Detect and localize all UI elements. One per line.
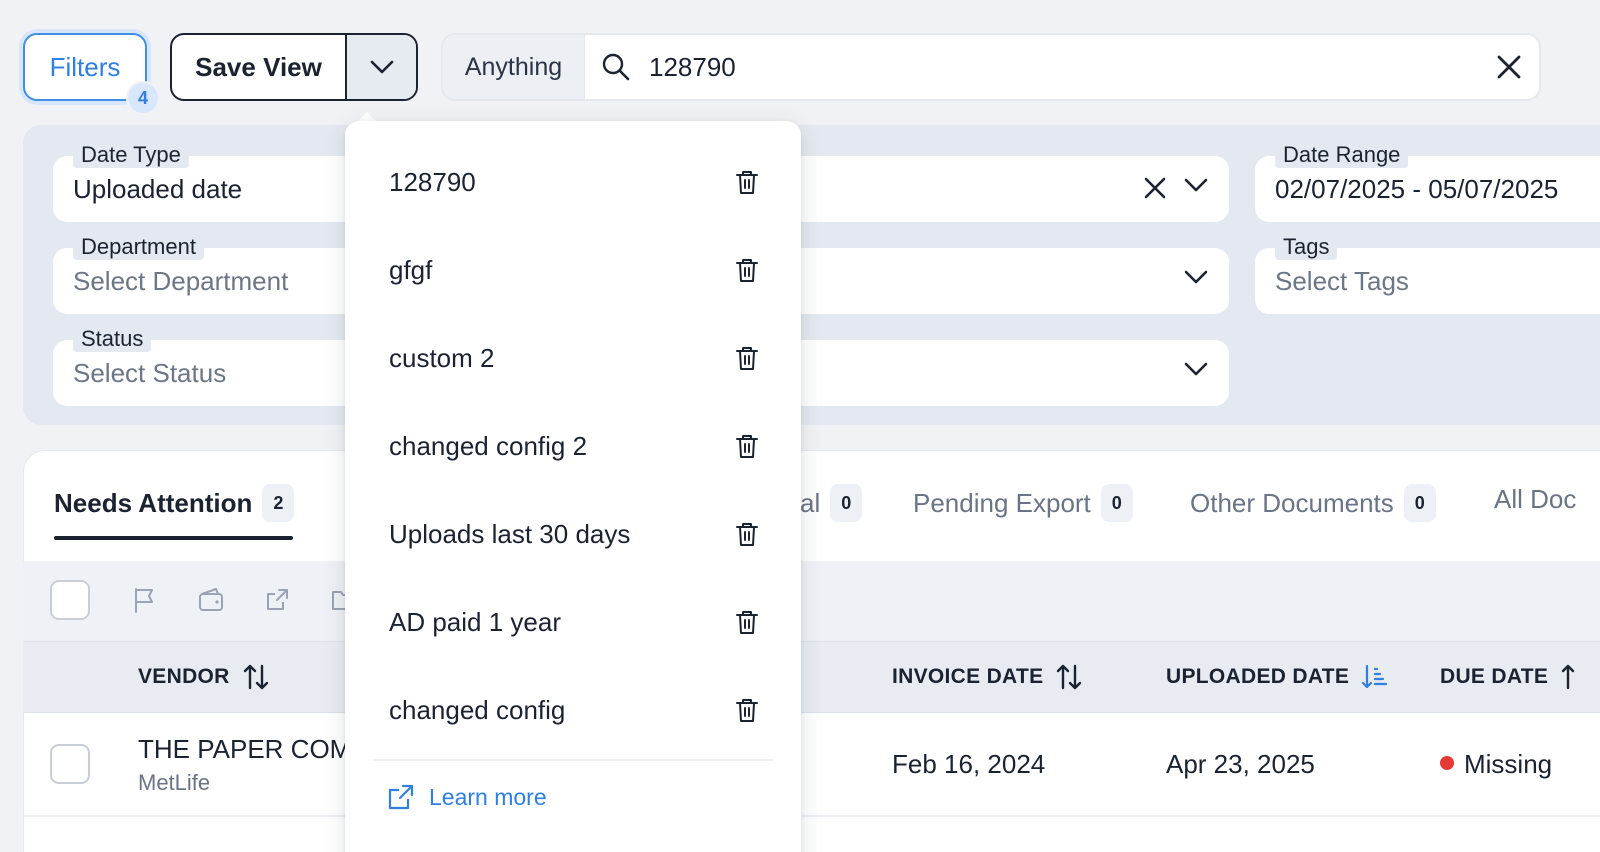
saved-view-label: 128790 [389,166,476,197]
flag-icon[interactable] [132,586,158,614]
bulk-action-bar [23,561,1600,641]
sort-icon [1561,664,1575,690]
invoice-date-cell: Feb 16, 2024 [892,749,1046,779]
tab-needs-attention[interactable]: Needs Attention 2 [54,484,295,522]
search-icon [602,53,630,81]
department-label: Department [73,234,204,260]
due-date-value: Missing [1464,749,1553,779]
trash-icon[interactable] [735,169,759,195]
tab-count-badge: 0 [830,484,863,522]
trash-icon[interactable] [735,521,759,547]
filter-panel: Date Type Uploaded date e nths Date Rang… [23,125,1600,425]
vendor-name[interactable]: THE PAPER COM [138,734,351,765]
column-header-due-date[interactable]: DUE DATE [1440,663,1588,691]
column-header-label: VENDOR [138,665,230,688]
saved-view-item[interactable]: AD paid 1 year [389,592,759,652]
tab-partial[interactable]: al 0 [800,484,863,522]
filters-count-badge: 4 [126,81,160,115]
learn-more-link[interactable]: Learn more [387,783,547,811]
saved-view-label: AD paid 1 year [389,606,561,637]
chevron-down-icon[interactable] [1183,177,1209,193]
date-range-value: 02/07/2025 - 05/07/2025 [1275,174,1559,204]
external-link-icon[interactable] [265,586,291,614]
chevron-down-icon [370,60,393,74]
tags-label: Tags [1275,234,1338,260]
filters-button-label: Filters [49,51,121,82]
search-scope-select[interactable]: Anything [443,35,585,99]
tab-label: Pending Export [913,487,1091,518]
saved-view-item[interactable]: gfgf [389,240,759,300]
date-range-input[interactable]: Date Range 02/07/2025 - 05/07/2025 [1255,142,1600,222]
trash-icon[interactable] [735,345,759,371]
chevron-down-icon [1184,362,1208,376]
saved-view-item[interactable]: Uploads last 30 days [389,504,759,564]
search-input[interactable]: 128790 [585,35,1539,99]
column-header-invoice-date[interactable]: INVOICE DATE [892,663,1083,691]
active-tab-indicator [54,536,293,540]
uploaded-date-cell: Apr 23, 2025 [1166,749,1315,779]
row-divider [23,815,1600,817]
date-type-value: Uploaded date [73,174,243,204]
date-type-label: Date Type [73,142,189,168]
saved-view-label: changed config 2 [389,430,588,461]
select-all-checkbox[interactable] [50,580,90,620]
saved-view-label: Uploads last 30 days [389,518,631,549]
tab-label: All Doc [1494,484,1577,514]
sort-descending-icon [1362,664,1388,689]
status-label: Status [73,326,152,352]
chevron-down-icon [1184,270,1208,284]
vendor-sub-name: MetLife [138,770,211,795]
tab-label: Needs Attention [54,487,253,518]
external-link-icon [388,784,414,810]
trash-icon[interactable] [735,697,759,723]
saved-view-label: gfgf [389,254,433,285]
saved-view-item[interactable]: 128790 [389,152,759,212]
column-header-label: INVOICE DATE [892,665,1044,688]
tab-all-documents[interactable]: All Doc [1494,484,1576,515]
save-view-split-button: Save View [170,33,418,101]
tab-label: Other Documents [1190,487,1394,518]
wallet-icon[interactable] [198,586,224,614]
menu-divider [373,759,773,761]
saved-view-item[interactable]: custom 2 [389,328,759,388]
column-header-label: DUE DATE [1440,665,1549,688]
learn-more-label: Learn more [429,783,547,810]
tags-select[interactable]: Tags Select Tags [1255,234,1600,314]
clear-icon[interactable] [1143,176,1167,200]
tab-count-badge: 0 [1100,484,1133,522]
tags-placeholder: Select Tags [1275,266,1409,296]
tab-count-badge: 0 [1403,484,1436,522]
tab-count-badge: 2 [262,484,295,522]
tab-other-documents[interactable]: Other Documents 0 [1190,484,1436,522]
department-placeholder: Select Department [73,266,289,296]
saved-view-label: changed config [389,694,566,725]
row-checkbox[interactable] [50,744,90,784]
trash-icon[interactable] [735,257,759,283]
status-placeholder: Select Status [73,358,227,388]
column-header-vendor[interactable]: VENDOR [138,663,270,691]
date-range-label: Date Range [1275,142,1409,168]
tab-label: al [800,487,821,518]
missing-status-dot [1440,756,1454,771]
clear-search-icon[interactable] [1495,53,1523,81]
trash-icon[interactable] [735,609,759,635]
saved-view-item[interactable]: changed config 2 [389,416,759,476]
save-view-button[interactable]: Save View [172,35,347,99]
save-view-dropdown-toggle[interactable] [347,35,416,99]
column-header-uploaded-date[interactable]: UPLOADED DATE [1166,663,1389,691]
due-date-cell: Missing [1440,749,1552,780]
saved-views-menu: 128790 gfgf custom 2 changed config 2 Up… [345,121,801,852]
tab-pending-export[interactable]: Pending Export 0 [913,484,1133,522]
saved-view-label: custom 2 [389,342,495,373]
saved-view-item[interactable]: changed config [389,680,759,740]
search-bar: Anything 128790 [441,33,1541,101]
trash-icon[interactable] [735,433,759,459]
search-input-value: 128790 [649,51,736,82]
sort-icon [243,664,268,690]
column-header-label: UPLOADED DATE [1166,665,1350,688]
sort-icon [1057,664,1082,690]
